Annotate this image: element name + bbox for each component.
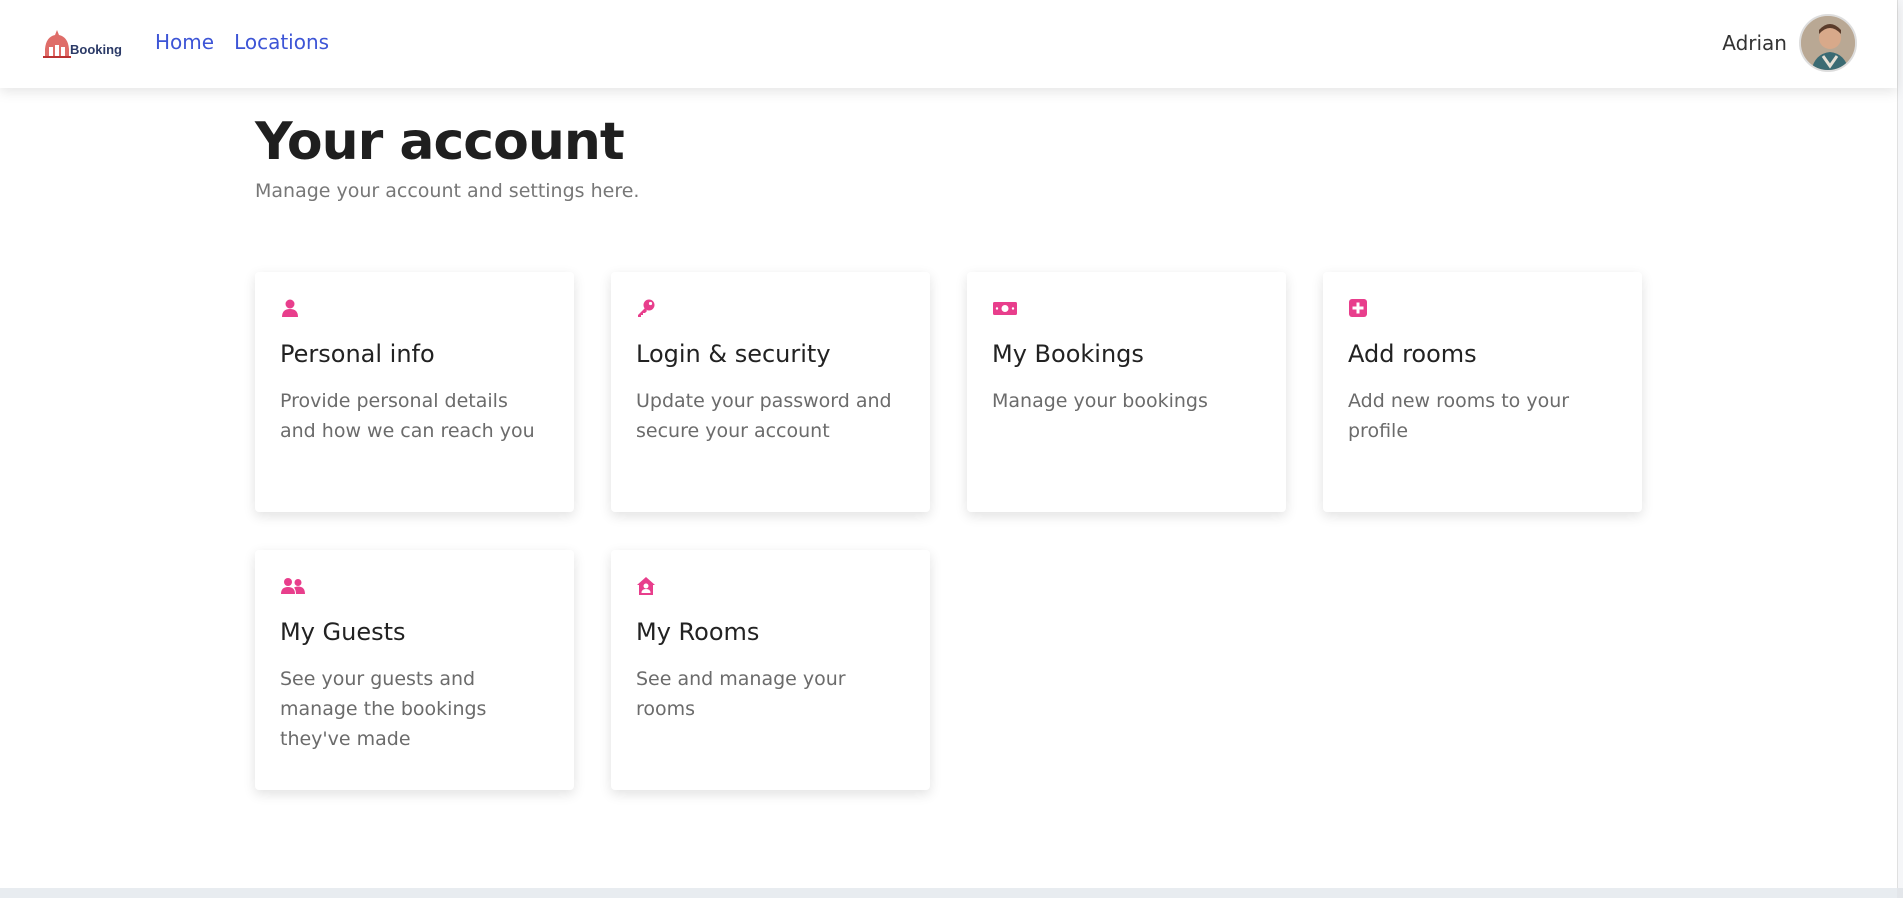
- card-personal-info[interactable]: Personal info Provide personal details a…: [255, 272, 574, 512]
- card-description: See your guests and manage the bookings …: [280, 668, 487, 750]
- card-title: My Bookings: [992, 340, 1144, 368]
- page-subtitle: Manage your account and settings here.: [255, 180, 640, 202]
- house-user-icon: [637, 577, 655, 595]
- money-icon: [993, 302, 1017, 315]
- key-icon: [638, 299, 655, 317]
- card-title: My Guests: [280, 618, 406, 646]
- top-navbar: Booking Home Locations Adrian: [0, 0, 1897, 88]
- card-my-guests[interactable]: My Guests See your guests and manage the…: [255, 550, 574, 790]
- card-description: Provide personal details and how we can …: [280, 390, 535, 442]
- avatar[interactable]: [1799, 14, 1857, 72]
- nav-link-locations[interactable]: Locations: [234, 30, 329, 54]
- card-my-bookings[interactable]: My Bookings Manage your bookings: [967, 272, 1286, 512]
- card-my-rooms[interactable]: My Rooms See and manage your rooms: [611, 550, 930, 790]
- account-main: Your account Manage your account and set…: [255, 112, 1655, 790]
- card-title: My Rooms: [636, 618, 760, 646]
- page-scrollbar[interactable]: [1897, 0, 1903, 898]
- booking-logo[interactable]: Booking: [40, 26, 126, 62]
- logo-icon: [43, 30, 71, 58]
- card-description: Add new rooms to your profile: [1348, 390, 1570, 442]
- scrollbar-thumb[interactable]: [1897, 0, 1903, 888]
- users-icon: [281, 578, 305, 594]
- card-add-rooms[interactable]: Add rooms Add new rooms to your profile: [1323, 272, 1642, 512]
- card-description: Manage your bookings: [992, 390, 1208, 412]
- account-cards-grid: Personal info Provide personal details a…: [255, 272, 1642, 790]
- card-title: Add rooms: [1348, 340, 1477, 368]
- card-login-security[interactable]: Login & security Update your password an…: [611, 272, 930, 512]
- plus-square-icon: [1349, 299, 1367, 317]
- card-title: Login & security: [636, 340, 831, 368]
- footer-strip: [0, 888, 1897, 898]
- card-title: Personal info: [280, 340, 435, 368]
- card-description: See and manage your rooms: [636, 668, 846, 720]
- user-menu[interactable]: Adrian: [1722, 14, 1857, 72]
- page-title: Your account: [255, 112, 625, 172]
- nav-link-home[interactable]: Home: [155, 30, 214, 54]
- user-icon: [282, 299, 298, 317]
- logo-text: Booking: [70, 41, 122, 57]
- primary-nav: Home Locations: [155, 30, 329, 54]
- user-name: Adrian: [1722, 31, 1787, 55]
- card-description: Update your password and secure your acc…: [636, 390, 892, 442]
